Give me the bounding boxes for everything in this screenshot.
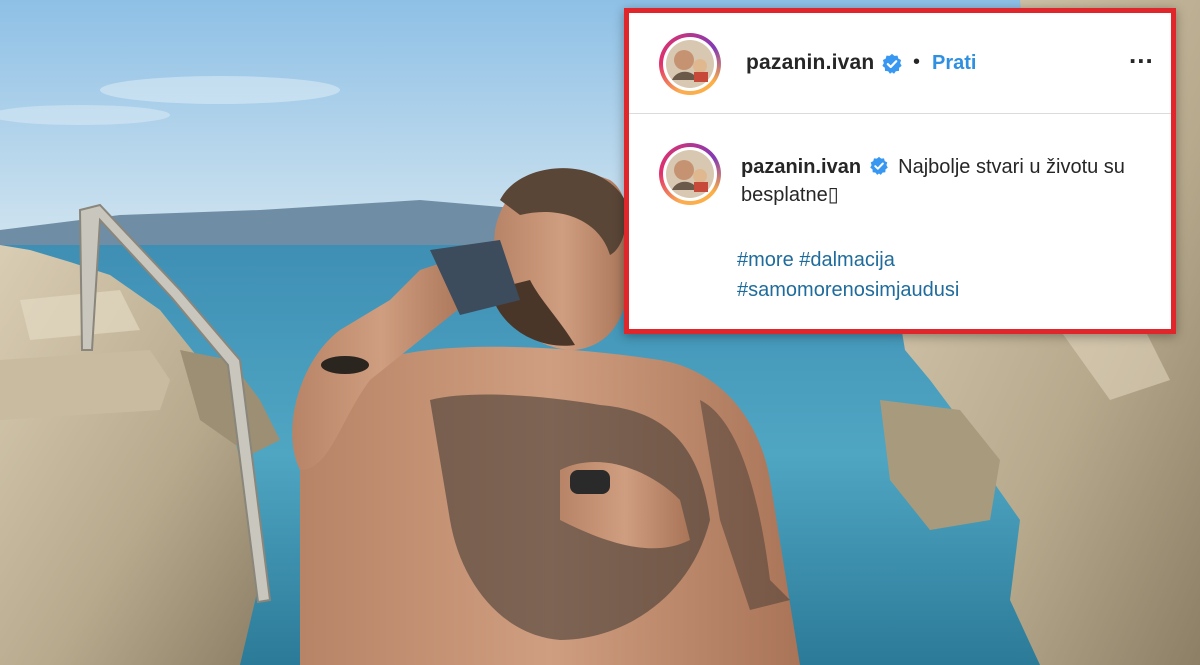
profile-avatar[interactable]	[659, 33, 721, 95]
verified-badge-icon	[882, 53, 902, 74]
hashtag-line[interactable]: #samomorenosimjaudusi	[737, 275, 1157, 305]
header-username[interactable]: pazanin.ivan	[746, 51, 874, 75]
hashtags: #more #dalmacija #samomorenosimjaudusi	[737, 245, 1157, 305]
follow-button[interactable]: Prati	[932, 52, 976, 75]
caption-avatar[interactable]	[659, 143, 721, 205]
caption-username[interactable]: pazanin.ivan	[741, 156, 861, 178]
avatar-photo-icon	[666, 150, 714, 198]
instagram-post-card: pazanin.ivan • Prati ... pazanin.ivan Na…	[624, 8, 1176, 334]
avatar-photo-icon	[666, 40, 714, 88]
more-options-button[interactable]: ...	[1129, 39, 1154, 70]
verified-badge-icon	[869, 156, 888, 175]
separator-dot: •	[913, 51, 921, 73]
post-caption: pazanin.ivan Najbolje stvari u životu su…	[741, 153, 1141, 209]
hashtag-line[interactable]: #more #dalmacija	[737, 245, 1157, 275]
post-header: pazanin.ivan • Prati ...	[629, 13, 1171, 114]
